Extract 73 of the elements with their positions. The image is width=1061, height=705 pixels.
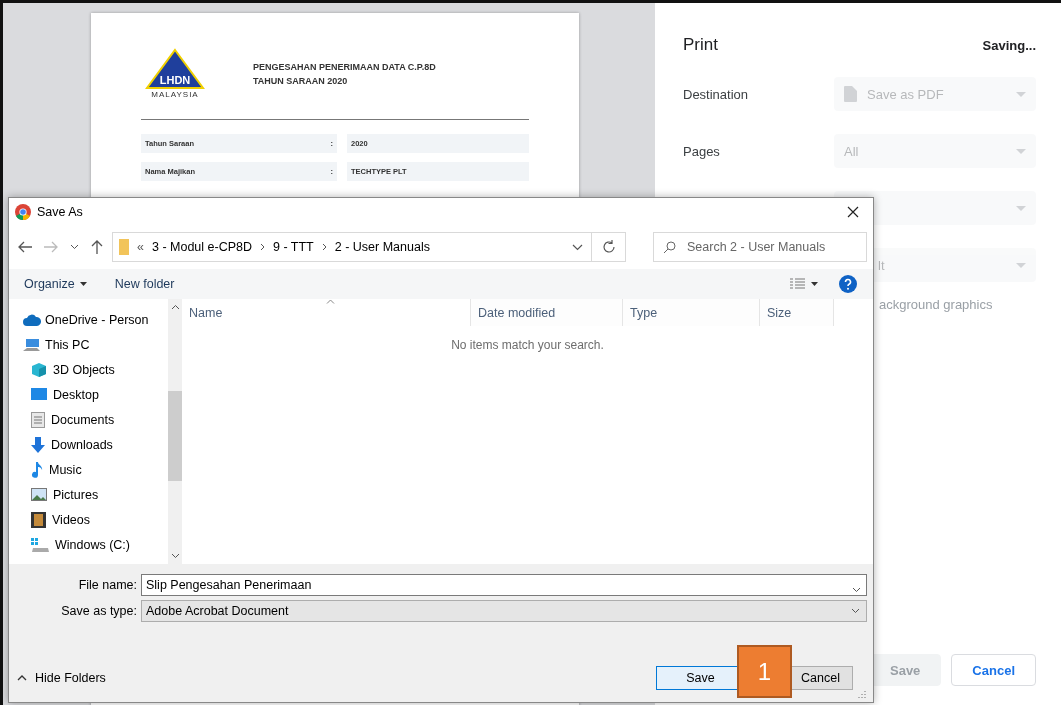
picture-icon [31,488,47,501]
nav-item[interactable]: Documents [31,407,168,432]
dropdown-arrow-icon [1016,262,1026,268]
computer-icon [23,337,41,352]
setting-label: Destination [683,86,749,102]
chevron-right-icon [321,243,327,251]
file-name-field[interactable]: Slip Pengesahan Penerimaan [141,574,867,596]
dropdown-arrow-icon [1016,205,1026,211]
document-title: PENGESAHAN PENERIMAAN DATA C.P.8D TAHUN SARAAN 2020 [253,61,436,88]
film-icon [31,511,46,528]
browser-logo-icon [15,203,31,220]
help-icon[interactable] [839,275,857,293]
desktop-icon [31,388,47,401]
scrollbar-thumb[interactable] [168,391,182,481]
nav-item[interactable]: 3D Objects [31,357,168,382]
overflow-chevron[interactable]: « [137,240,144,254]
refresh-button[interactable] [592,232,626,262]
close-icon [847,205,859,218]
chevron-up-icon [170,304,180,310]
up-arrow-icon [91,240,103,254]
address-bar[interactable]: « 3 - Modul e-CP8D 9 - TTT 2 - User Manuals [112,232,593,262]
breadcrumb[interactable]: 3 - Modul e-CP8D [151,240,252,254]
file-name-label: File name: [77,578,137,592]
chevron-down-icon [70,244,79,250]
save-type-dropdown[interactable]: Adobe Acrobat Document [141,600,867,622]
folder-icon [119,239,129,255]
nav-item[interactable]: Music [31,457,168,482]
nav-item[interactable]: Downloads [31,432,168,457]
setting-label: Pages [683,143,720,159]
nav-item[interactable]: OneDrive - Person [23,307,168,332]
music-note-icon [31,461,43,478]
option-label: ackground graphics [879,297,994,312]
chevron-down-icon[interactable] [572,243,584,251]
cloud-icon [23,313,41,326]
chevron-down-icon [170,553,180,559]
chevron-down-icon [852,587,861,593]
document-icon [844,86,857,102]
details-view-icon [790,278,806,290]
download-icon [31,436,45,453]
new-folder-button[interactable]: New folder [107,274,182,294]
chevron-down-icon [851,608,860,614]
search-icon [663,241,676,254]
empty-message: No items match your search. [451,338,604,352]
scrollbar[interactable] [168,299,182,564]
nav-item[interactable]: Desktop [31,382,168,407]
nav-item[interactable]: Pictures [31,482,168,507]
breadcrumb[interactable]: 2 - User Manuals [334,240,430,254]
chevron-up-icon [17,675,27,681]
chevron-right-icon [260,243,265,251]
resize-grip-icon[interactable] [857,689,867,699]
hide-folders-button[interactable]: Hide Folders [17,671,106,685]
drive-icon [31,537,49,552]
caret-icon [811,282,818,286]
document-icon [31,411,45,428]
back-arrow-icon [18,241,32,253]
breadcrumb[interactable]: 9 - TTT [273,240,314,254]
dropdown-arrow-icon [1016,148,1026,154]
caret-icon [79,282,87,286]
cube-icon [31,361,47,378]
nav-item[interactable]: This PC [23,332,168,357]
organize-menu[interactable]: Organize [17,274,94,294]
print-title: Print [683,35,718,55]
search-field[interactable]: Search 2 - User Manuals [653,232,867,262]
dialog-title: Save As [37,204,84,219]
step-callout-tooltip: 1 [737,645,792,698]
dropdown-arrow-icon [1016,91,1026,97]
status-text: Saving... [982,37,1036,53]
refresh-icon [601,240,616,254]
cancel-button[interactable]: Cancel [951,654,1036,686]
nav-item[interactable]: Videos [31,507,168,532]
nav-item[interactable]: Windows (C:) [31,532,168,557]
save-type-label: Save as type: [60,604,137,618]
forward-arrow-icon [44,241,58,253]
